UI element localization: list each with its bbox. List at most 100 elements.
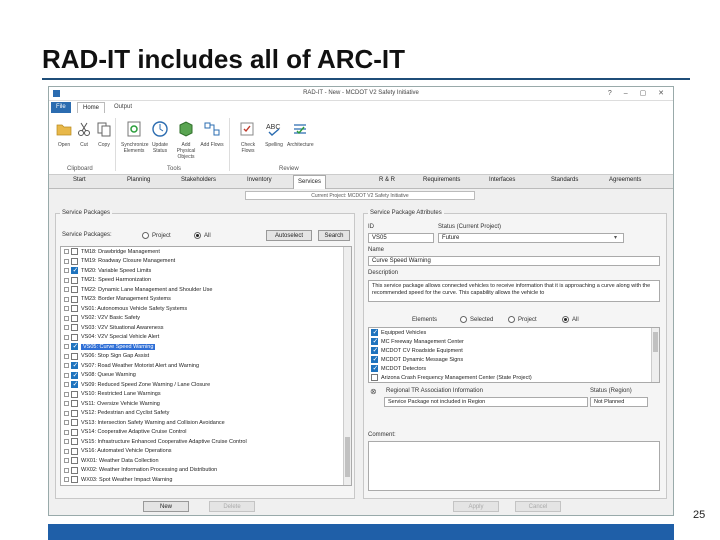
tab-requirements[interactable]: Requirements — [423, 177, 460, 183]
list-item[interactable]: TM22: Dynamic Lane Management and Should… — [61, 285, 351, 295]
expand-toggle[interactable] — [64, 429, 69, 435]
search-button[interactable]: Search — [318, 230, 350, 241]
expand-toggle[interactable] — [64, 268, 69, 273]
expand-toggle[interactable] — [64, 258, 69, 264]
list-item[interactable]: VS08: Queue Warning — [61, 371, 351, 381]
checkbox[interactable] — [371, 328, 378, 336]
new-button[interactable]: New — [143, 501, 189, 512]
name-field[interactable]: Curve Speed Warning — [368, 256, 660, 266]
list-item[interactable]: VS04: V2V Special Vehicle Alert — [61, 333, 351, 343]
list-item[interactable]: VS14: Cooperative Adaptive Cruise Contro… — [61, 428, 351, 438]
tab-stakeholders[interactable]: Stakeholders — [181, 177, 216, 183]
checkbox[interactable] — [71, 352, 78, 360]
radio-project[interactable] — [142, 232, 149, 239]
description-field[interactable]: This service package allows connected ve… — [368, 280, 660, 302]
checkbox[interactable] — [71, 476, 78, 483]
list-item[interactable]: VS10: Restricted Lane Warnings — [61, 390, 351, 400]
checkbox[interactable] — [71, 438, 78, 445]
list-item[interactable]: VS07: Road Weather Motorist Alert and Wa… — [61, 361, 351, 371]
tab-output[interactable]: Output — [109, 102, 137, 113]
checkbox[interactable] — [371, 374, 378, 381]
checkbox[interactable] — [71, 276, 78, 284]
tab-interfaces[interactable]: Interfaces — [489, 177, 515, 183]
checkbox[interactable] — [71, 314, 78, 322]
expand-toggle[interactable] — [64, 277, 69, 283]
status-select[interactable]: Future — [438, 233, 624, 243]
checkbox[interactable] — [371, 364, 378, 372]
list-item[interactable]: TM23: Border Management Systems — [61, 295, 351, 305]
add-flows-button[interactable]: Add Flows — [199, 120, 225, 148]
expand-toggle[interactable] — [64, 382, 69, 387]
checkbox[interactable] — [71, 380, 78, 388]
checkbox[interactable] — [71, 428, 78, 436]
elements-scrollbar-thumb[interactable] — [653, 332, 658, 352]
checkbox[interactable] — [71, 371, 78, 379]
checkbox[interactable] — [371, 346, 378, 354]
window-controls[interactable]: ? – ▢ ✕ — [608, 89, 669, 97]
radio-elements-all[interactable] — [562, 316, 569, 323]
list-item[interactable]: WX03: Spot Weather Impact Warning — [61, 475, 351, 485]
list-item[interactable]: TM20: Variable Speed Limits — [61, 266, 351, 276]
delete-button[interactable]: Delete — [209, 501, 255, 512]
comment-field[interactable] — [368, 441, 660, 491]
checkbox[interactable] — [71, 361, 78, 369]
list-item[interactable]: VS15: Infrastructure Enhanced Cooperativ… — [61, 437, 351, 447]
checkbox[interactable] — [71, 390, 78, 398]
checkbox[interactable] — [71, 342, 78, 350]
list-item[interactable]: VS05: Curve Speed Warning — [61, 342, 351, 352]
expand-toggle[interactable] — [64, 391, 69, 397]
check-flows-button[interactable]: Check Flows — [235, 120, 261, 154]
list-item[interactable]: MCDOT Detectors — [369, 364, 659, 373]
list-item[interactable]: WX02: Weather Information Processing and… — [61, 466, 351, 476]
id-field[interactable]: VS05 — [368, 233, 434, 243]
expand-toggle[interactable] — [64, 315, 69, 321]
checkbox[interactable] — [71, 419, 78, 426]
checkbox[interactable] — [71, 400, 78, 407]
list-item[interactable]: Arizona Crash Frequency Management Cente… — [369, 373, 659, 382]
checkbox[interactable] — [371, 337, 378, 345]
tab-standards[interactable]: Standards — [551, 177, 578, 183]
checkbox[interactable] — [71, 295, 78, 303]
expand-toggle[interactable] — [64, 420, 69, 425]
chevron-down-icon[interactable]: ▾ — [614, 234, 617, 241]
expand-toggle[interactable] — [64, 439, 69, 444]
autoselect-button[interactable]: Autoselect — [266, 230, 312, 241]
expand-toggle[interactable] — [64, 296, 69, 302]
expand-toggle[interactable] — [64, 458, 69, 463]
elements-scrollbar[interactable] — [651, 328, 659, 382]
expand-toggle[interactable] — [64, 363, 69, 368]
list-item[interactable]: VS09: Reduced Speed Zone Warning / Lane … — [61, 380, 351, 390]
tab-home[interactable]: Home — [77, 102, 106, 113]
list-item[interactable]: VS03: V2V Situational Awareness — [61, 323, 351, 333]
list-item[interactable]: TM18: Drawbridge Management — [61, 247, 351, 257]
checkbox[interactable] — [71, 248, 78, 255]
tab-inventory[interactable]: Inventory — [247, 177, 272, 183]
list-item[interactable]: TM19: Roadway Closure Management — [61, 257, 351, 267]
service-package-list[interactable]: TM18: Drawbridge Management TM19: Roadway… — [60, 246, 352, 486]
checkbox[interactable] — [71, 466, 78, 474]
checkbox[interactable] — [371, 355, 378, 363]
expand-toggle[interactable] — [64, 249, 69, 254]
expand-toggle[interactable] — [64, 467, 69, 473]
list-item[interactable]: MC Freeway Management Center — [369, 337, 659, 346]
synchronize-elements-button[interactable]: Synchronize Elements — [121, 120, 149, 154]
list-item[interactable]: VS01: Autonomous Vehicle Safety Systems — [61, 304, 351, 314]
checkbox[interactable] — [71, 257, 78, 265]
expand-toggle[interactable] — [64, 477, 69, 482]
remove-icon[interactable]: ⊗ — [370, 387, 377, 396]
list-item[interactable]: MCDOT Dynamic Message Signs — [369, 355, 659, 364]
expand-toggle[interactable] — [64, 372, 69, 378]
checkbox[interactable] — [71, 333, 78, 341]
list-item[interactable]: MCDOT CV Roadside Equipment — [369, 346, 659, 355]
architecture-button[interactable]: Architecture — [287, 120, 314, 148]
expand-toggle[interactable] — [64, 344, 69, 349]
radio-all[interactable] — [194, 232, 201, 239]
expand-toggle[interactable] — [64, 287, 69, 292]
service-package-scrollbar[interactable] — [343, 247, 351, 485]
scrollbar-thumb[interactable] — [345, 437, 350, 477]
list-item[interactable]: VS06: Stop Sign Gap Assist — [61, 352, 351, 362]
status-region-value[interactable]: Not Planned — [590, 397, 648, 407]
expand-toggle[interactable] — [64, 401, 69, 406]
regional-value[interactable]: Service Package not included in Region — [384, 397, 588, 407]
checkbox[interactable] — [71, 286, 78, 293]
